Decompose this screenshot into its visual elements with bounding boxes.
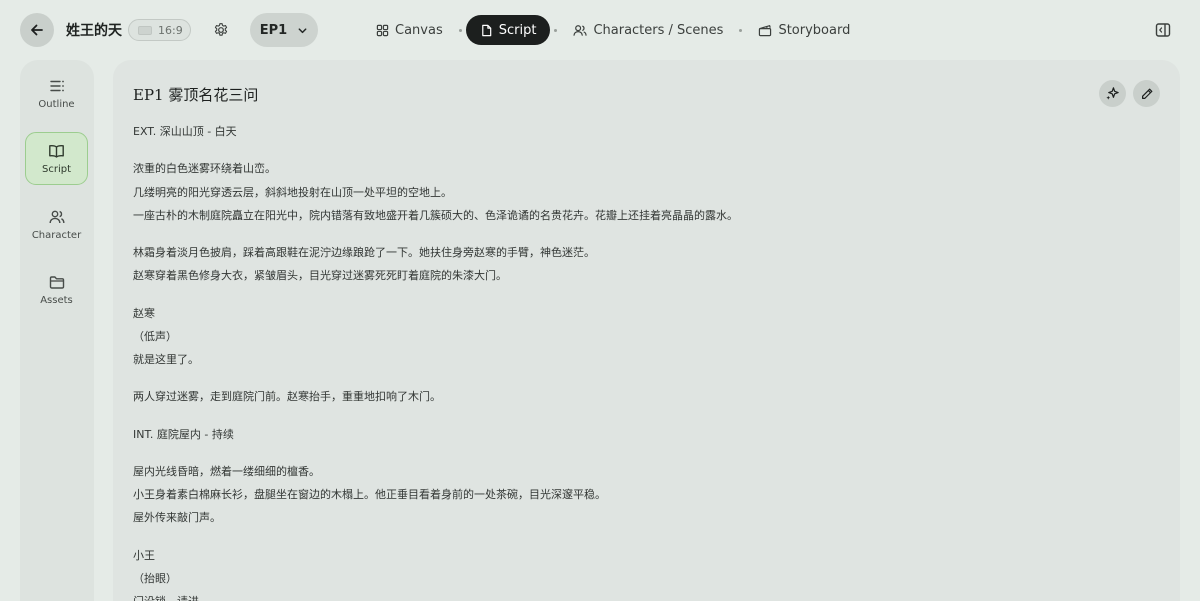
grid-icon — [376, 24, 389, 36]
script-line: 小王 — [133, 548, 155, 562]
gear-icon — [214, 23, 228, 36]
sidebar-item-outline[interactable]: Outline — [25, 67, 88, 120]
edit-button[interactable] — [1133, 80, 1160, 107]
tab-characters-scenes[interactable]: Characters / Scenes — [561, 15, 735, 45]
script-line: 一座古朴的木制庭院矗立在阳光中，院内错落有致地盛开着几簇硕大的、色泽诡谲的名贵花… — [133, 208, 738, 222]
script-line: 屋内光线昏暗，燃着一缕细细的檀香。 — [133, 464, 320, 478]
script-line: 几缕明亮的阳光穿透云层，斜斜地投射在山顶一处平坦的空地上。 — [133, 185, 452, 199]
sidebar-item-script-label: Script — [41, 163, 71, 175]
script-line: 屋外传来敲门声。 — [133, 511, 221, 525]
sidebar: Outline Script Character Assets — [20, 60, 94, 601]
script-line: （低声） — [133, 329, 177, 343]
tab-separator — [739, 28, 743, 32]
sidebar-toggle-icon — [1155, 23, 1171, 37]
episode-label: EP1 — [259, 22, 288, 38]
tab-storyboard-label: Storyboard — [778, 22, 851, 38]
arrow-left-icon — [31, 24, 43, 36]
top-bar: 姓王的天 16:9 EP1 Canvas Script Characters /… — [0, 0, 1200, 60]
chevron-down-icon — [298, 27, 307, 33]
script-line: EXT. 深山山顶 - 白天 — [133, 125, 237, 138]
tab-separator — [458, 28, 462, 32]
ai-assist-button[interactable] — [1099, 80, 1126, 107]
aspect-ratio-label: 16:9 — [158, 23, 183, 37]
sparkle-icon — [1106, 87, 1119, 100]
script-editor: EP1 雾顶名花三问 EXT. 深山山顶 - 白天浓重的白色迷雾环绕着山峦。几缕… — [113, 60, 1180, 601]
settings-button[interactable] — [211, 20, 231, 40]
tab-separator — [554, 28, 558, 32]
ratio-swatch-icon — [138, 25, 152, 35]
document-icon — [481, 24, 492, 36]
script-line: 赵寒穿着黑色修身大衣，紧皱眉头，目光穿过迷雾死死盯着庭院的朱漆大门。 — [133, 269, 507, 283]
script-line: 两人穿过迷雾，走到庭院门前。赵寒抬手，重重地扣响了木门。 — [133, 390, 441, 404]
sidebar-item-character-label: Character — [31, 229, 82, 241]
back-button[interactable] — [20, 13, 54, 47]
pencil-icon — [1141, 88, 1152, 99]
view-tabs: Canvas Script Characters / Scenes Storyb… — [364, 15, 862, 45]
script-line: 赵寒 — [133, 306, 155, 320]
book-icon — [49, 144, 64, 158]
people-icon — [573, 24, 588, 36]
script-line: 小王身着素白棉麻长衫，盘腿坐在窗边的木榻上。他正垂目看着身前的一处茶碗，目光深邃… — [133, 488, 606, 501]
script-line: 浓重的白色迷雾环绕着山峦。 — [133, 162, 276, 176]
episode-select[interactable]: EP1 — [250, 13, 318, 47]
aspect-ratio-badge[interactable]: 16:9 — [128, 19, 191, 41]
script-body[interactable]: EXT. 深山山顶 - 白天浓重的白色迷雾环绕着山峦。几缕明亮的阳光穿透云层，斜… — [133, 120, 1163, 601]
document-title: EP1 雾顶名花三问 — [133, 86, 259, 104]
tab-canvas[interactable]: Canvas — [364, 15, 455, 45]
clapperboard-icon — [759, 24, 772, 36]
script-line: 林霜身着淡月色披肩，踩着高跟鞋在泥泞边缘踉跄了一下。她扶住身旁赵寒的手臂，神色迷… — [133, 246, 595, 259]
sidebar-item-character[interactable]: Character — [25, 198, 88, 251]
project-title: 姓王的天 — [66, 23, 122, 39]
users-icon — [49, 210, 64, 223]
sidebar-item-assets[interactable]: Assets — [25, 264, 88, 317]
tab-script-label: Script — [498, 22, 537, 38]
tab-characters-scenes-label: Characters / Scenes — [593, 22, 724, 38]
sidebar-item-assets-label: Assets — [40, 295, 73, 306]
script-line: INT. 庭院屋内 - 持续 — [133, 427, 234, 441]
sidebar-item-script[interactable]: Script — [25, 132, 88, 185]
list-icon — [49, 80, 64, 91]
tab-canvas-label: Canvas — [395, 22, 443, 38]
script-line: （抬眼） — [133, 571, 177, 585]
tab-storyboard[interactable]: Storyboard — [746, 15, 862, 45]
toggle-panel-button[interactable] — [1154, 21, 1172, 39]
folder-icon — [49, 276, 64, 289]
sidebar-item-outline-label: Outline — [38, 98, 75, 110]
script-line: 就是这里了。 — [133, 353, 199, 367]
script-line: 门没锁，请进。 — [133, 590, 1163, 601]
tab-script[interactable]: Script — [465, 15, 551, 45]
